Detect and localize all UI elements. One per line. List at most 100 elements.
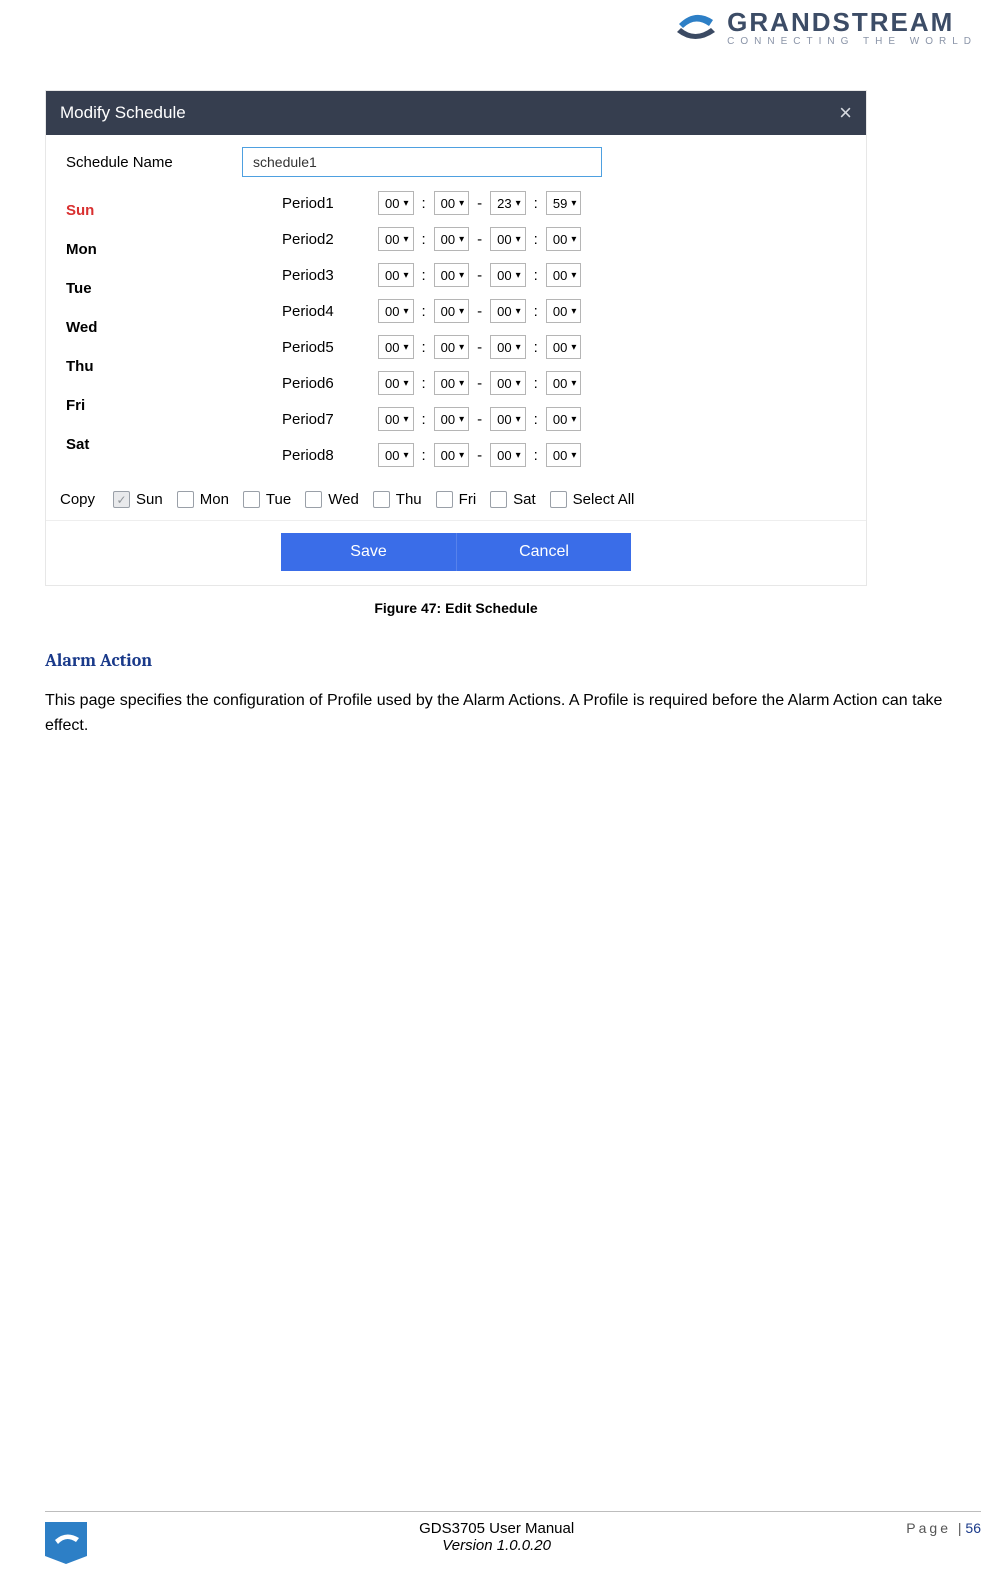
period-min-start[interactable]: 00▾ <box>434 371 470 395</box>
period-min-end[interactable]: 00▾ <box>546 371 582 395</box>
period-hour-start[interactable]: 00▾ <box>378 443 414 467</box>
chevron-down-icon: ▾ <box>459 270 464 281</box>
copy-day-checkbox[interactable]: Sat <box>490 491 536 508</box>
period-hour-end[interactable]: 00▾ <box>490 443 526 467</box>
period-min-start[interactable]: 00▾ <box>434 299 470 323</box>
time-dash: - <box>475 303 484 320</box>
chevron-down-icon: ▾ <box>403 270 408 281</box>
time-dash: - <box>475 375 484 392</box>
period-label: Period8 <box>242 447 372 464</box>
grandstream-logo-icon <box>673 6 717 48</box>
period-label: Period2 <box>242 231 372 248</box>
chevron-down-icon: ▾ <box>571 414 576 425</box>
period-hour-end[interactable]: 23▾ <box>490 191 526 215</box>
period-min-start[interactable]: 00▾ <box>434 407 470 431</box>
copy-day-checkbox[interactable]: Tue <box>243 491 291 508</box>
checkbox-icon <box>305 491 322 508</box>
period-label: Period6 <box>242 375 372 392</box>
day-sun[interactable]: Sun <box>62 191 242 230</box>
day-tue[interactable]: Tue <box>62 269 242 308</box>
chevron-down-icon: ▾ <box>571 342 576 353</box>
period-min-start[interactable]: 00▾ <box>434 443 470 467</box>
time-colon: : <box>420 303 428 320</box>
period-min-start[interactable]: 00▾ <box>434 191 470 215</box>
period-min-end[interactable]: 00▾ <box>546 443 582 467</box>
chevron-down-icon: ▾ <box>403 378 408 389</box>
day-wed[interactable]: Wed <box>62 308 242 347</box>
copy-day-label: Wed <box>328 491 359 508</box>
time-dash: - <box>475 231 484 248</box>
period-hour-end[interactable]: 00▾ <box>490 407 526 431</box>
period-min-end[interactable]: 00▾ <box>546 263 582 287</box>
period-hour-start[interactable]: 00▾ <box>378 227 414 251</box>
dialog-buttons: Save Cancel <box>46 520 866 585</box>
period-hour-end[interactable]: 00▾ <box>490 299 526 323</box>
save-button[interactable]: Save <box>281 533 456 571</box>
chevron-down-icon: ▾ <box>459 342 464 353</box>
period-min-start[interactable]: 00▾ <box>434 227 470 251</box>
period-min-end[interactable]: 59▾ <box>546 191 582 215</box>
period-min-end[interactable]: 00▾ <box>546 299 582 323</box>
period-row: Period800▾:00▾-00▾:00▾ <box>242 437 850 473</box>
chevron-down-icon: ▾ <box>459 198 464 209</box>
period-min-end[interactable]: 00▾ <box>546 335 582 359</box>
time-colon: : <box>532 303 540 320</box>
day-fri[interactable]: Fri <box>62 386 242 425</box>
chevron-down-icon: ▾ <box>403 450 408 461</box>
schedule-name-input[interactable] <box>242 147 602 177</box>
period-hour-end[interactable]: 00▾ <box>490 227 526 251</box>
section-heading: Alarm Action <box>45 650 981 671</box>
time-dash: - <box>475 195 484 212</box>
period-hour-start[interactable]: 00▾ <box>378 299 414 323</box>
chevron-down-icon: ▾ <box>571 450 576 461</box>
time-colon: : <box>420 339 428 356</box>
period-label: Period7 <box>242 411 372 428</box>
chevron-down-icon: ▾ <box>459 306 464 317</box>
copy-day-checkbox[interactable]: Thu <box>373 491 422 508</box>
copy-day-checkbox[interactable]: Wed <box>305 491 359 508</box>
copy-day-checkbox[interactable]: Select All <box>550 491 635 508</box>
chevron-down-icon: ▾ <box>516 234 521 245</box>
copy-day-checkbox[interactable]: Fri <box>436 491 477 508</box>
chevron-down-icon: ▾ <box>516 198 521 209</box>
chevron-down-icon: ▾ <box>571 270 576 281</box>
day-sat[interactable]: Sat <box>62 425 242 464</box>
time-dash: - <box>475 411 484 428</box>
chevron-down-icon: ▾ <box>403 306 408 317</box>
period-hour-end[interactable]: 00▾ <box>490 371 526 395</box>
period-min-start[interactable]: 00▾ <box>434 335 470 359</box>
close-icon[interactable]: × <box>839 102 852 124</box>
footer-rule <box>45 1511 981 1512</box>
period-hour-end[interactable]: 00▾ <box>490 263 526 287</box>
period-hour-end[interactable]: 00▾ <box>490 335 526 359</box>
chevron-down-icon: ▾ <box>516 450 521 461</box>
footer-page-number: 56 <box>965 1520 981 1536</box>
section-body: This page specifies the configuration of… <box>45 689 981 739</box>
time-dash: - <box>475 339 484 356</box>
period-hour-start[interactable]: 00▾ <box>378 191 414 215</box>
period-label: Period4 <box>242 303 372 320</box>
chevron-down-icon: ▾ <box>571 234 576 245</box>
period-hour-start[interactable]: 00▾ <box>378 407 414 431</box>
checkbox-icon <box>177 491 194 508</box>
dialog-title: Modify Schedule <box>60 103 186 123</box>
copy-day-label: Mon <box>200 491 229 508</box>
period-min-start[interactable]: 00▾ <box>434 263 470 287</box>
period-hour-start[interactable]: 00▾ <box>378 371 414 395</box>
time-colon: : <box>532 231 540 248</box>
copy-day-checkbox[interactable]: Mon <box>177 491 229 508</box>
time-dash: - <box>475 447 484 464</box>
checkbox-icon <box>243 491 260 508</box>
period-hour-start[interactable]: 00▾ <box>378 263 414 287</box>
day-thu[interactable]: Thu <box>62 347 242 386</box>
time-dash: - <box>475 267 484 284</box>
period-min-end[interactable]: 00▾ <box>546 407 582 431</box>
day-mon[interactable]: Mon <box>62 230 242 269</box>
cancel-button[interactable]: Cancel <box>456 533 631 571</box>
period-hour-start[interactable]: 00▾ <box>378 335 414 359</box>
chevron-down-icon: ▾ <box>516 342 521 353</box>
page-footer: GDS3705 User Manual Version 1.0.0.20 Pag… <box>45 1511 981 1564</box>
copy-day-checkbox[interactable]: ✓Sun <box>113 491 163 508</box>
copy-day-label: Sun <box>136 491 163 508</box>
period-min-end[interactable]: 00▾ <box>546 227 582 251</box>
